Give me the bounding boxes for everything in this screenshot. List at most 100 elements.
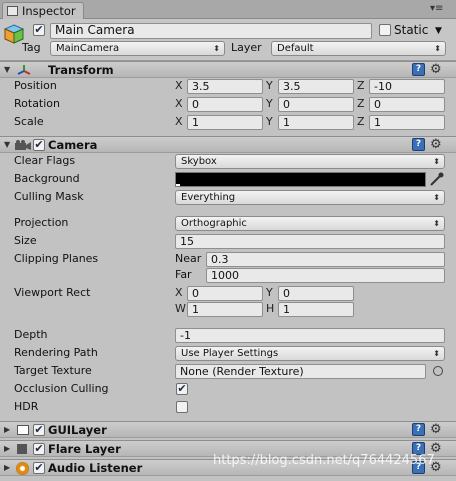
rendering-path-value: Use Player Settings [181,348,279,359]
foldout-arrow-icon[interactable]: ▼ [4,137,10,153]
viewport-y-field[interactable]: 0 [278,286,354,301]
scale-x-field[interactable]: 1 [187,115,263,130]
viewport-y-label[interactable]: Y [266,286,273,300]
flare-layer-icon [17,444,27,454]
gear-icon[interactable]: ⚙ [430,62,442,77]
tag-dropdown[interactable]: MainCamera ⬍ [50,41,225,56]
clipping-planes-label: Clipping Planes [14,252,99,265]
tag-label: Tag [22,41,41,54]
layer-value: Default [277,43,314,54]
near-field[interactable]: 0.3 [206,252,445,267]
rotation-x-field[interactable]: 0 [187,97,263,112]
target-texture-label: Target Texture [14,364,92,377]
scale-y-label[interactable]: Y [266,115,273,129]
audio-listener-icon [16,462,29,475]
occlusion-culling-checkbox[interactable]: ✔ [176,383,188,395]
background-label: Background [14,172,80,185]
hdr-label: HDR [14,400,39,413]
camera-header[interactable]: ▼ ✔ Camera ? ⚙ [0,136,456,153]
foldout-arrow-icon[interactable]: ▶ [4,422,10,438]
viewport-h-field[interactable]: 1 [278,302,354,317]
foldout-arrow-icon[interactable]: ▼ [4,62,10,78]
guilayer-title: GUILayer [48,423,107,437]
rotation-x-label[interactable]: X [175,97,183,111]
projection-value: Orthographic [181,218,247,229]
background-alpha-bar [176,184,180,186]
near-label[interactable]: Near [175,252,201,266]
size-field[interactable]: 15 [175,234,445,249]
rendering-path-label: Rendering Path [14,346,98,359]
flare-layer-enabled-checkbox[interactable]: ✔ [33,443,45,455]
projection-dropdown[interactable]: Orthographic ⬍ [175,216,445,231]
gameobject-active-checkbox[interactable]: ✔ [33,24,45,36]
position-label: Position [14,79,57,92]
panel-menu-icon[interactable]: ▾≡ [430,3,443,15]
tag-value: MainCamera [56,43,120,54]
guilayer-enabled-checkbox[interactable]: ✔ [33,424,45,436]
help-icon[interactable]: ? [412,138,425,151]
size-label: Size [14,234,37,247]
rotation-y-field[interactable]: 0 [278,97,354,112]
chevron-updown-icon: ⬍ [213,44,220,53]
target-texture-field[interactable]: None (Render Texture) [175,364,426,379]
far-label[interactable]: Far [175,268,192,282]
depth-label: Depth [14,328,48,341]
foldout-arrow-icon[interactable]: ▶ [4,460,10,476]
foldout-arrow-icon[interactable]: ▶ [4,441,10,457]
inspector-tab-icon [7,6,18,16]
far-field[interactable]: 1000 [206,268,445,283]
viewport-w-label[interactable]: W [175,302,186,316]
culling-mask-value: Everything [181,192,236,203]
position-x-field[interactable]: 3.5 [187,79,263,94]
guilayer-header[interactable]: ▶ ✔ GUILayer ? ⚙ [0,421,456,438]
audio-listener-title: Audio Listener [48,461,143,475]
viewport-x-field[interactable]: 0 [187,286,263,301]
background-color-field[interactable] [175,172,426,187]
inspector-tab[interactable]: Inspector [2,2,84,19]
position-y-label[interactable]: Y [266,79,273,93]
occlusion-culling-label: Occlusion Culling [14,382,109,395]
culling-mask-dropdown[interactable]: Everything ⬍ [175,190,445,205]
gear-icon[interactable]: ⚙ [430,422,442,437]
layer-label: Layer [231,41,262,54]
rotation-z-label[interactable]: Z [357,97,365,111]
viewport-w-field[interactable]: 1 [187,302,263,317]
scale-label: Scale [14,115,44,128]
rendering-path-dropdown[interactable]: Use Player Settings ⬍ [175,346,445,361]
scale-x-label[interactable]: X [175,115,183,129]
watermark: https://blog.csdn.net/q764424567 [213,453,435,468]
camera-enabled-checkbox[interactable]: ✔ [33,139,45,151]
static-dropdown-arrow[interactable]: ▼ [435,24,442,38]
culling-mask-label: Culling Mask [14,190,84,203]
eyedropper-icon[interactable] [429,171,445,187]
scale-z-field[interactable]: 1 [369,115,445,130]
gear-icon[interactable]: ⚙ [430,137,442,152]
audio-listener-enabled-checkbox[interactable]: ✔ [33,462,45,474]
viewport-x-label[interactable]: X [175,286,183,300]
position-z-label[interactable]: Z [357,79,365,93]
position-y-field[interactable]: 3.5 [278,79,354,94]
chevron-updown-icon: ⬍ [433,219,440,228]
gameobject-name-field[interactable]: Main Camera [50,23,372,39]
position-x-label[interactable]: X [175,79,183,93]
position-z-field[interactable]: -10 [369,79,445,94]
clear-flags-dropdown[interactable]: Skybox ⬍ [175,154,445,169]
scale-z-label[interactable]: Z [357,115,365,129]
static-checkbox[interactable] [379,24,391,36]
chevron-updown-icon: ⬍ [433,193,440,202]
depth-field[interactable]: -1 [175,328,445,343]
help-icon[interactable]: ? [412,63,425,76]
scale-y-field[interactable]: 1 [278,115,354,130]
hdr-checkbox[interactable] [176,401,188,413]
rotation-label: Rotation [14,97,61,110]
rotation-z-field[interactable]: 0 [369,97,445,112]
viewport-h-label[interactable]: H [266,302,274,316]
layer-dropdown[interactable]: Default ⬍ [271,41,446,56]
help-icon[interactable]: ? [412,423,425,436]
chevron-updown-icon: ⬍ [433,157,440,166]
transform-header[interactable]: ▼ Transform ? ⚙ [0,61,456,78]
camera-title: Camera [48,138,98,152]
transform-title: Transform [48,63,114,77]
rotation-y-label[interactable]: Y [266,97,273,111]
object-picker-icon[interactable] [433,366,443,376]
